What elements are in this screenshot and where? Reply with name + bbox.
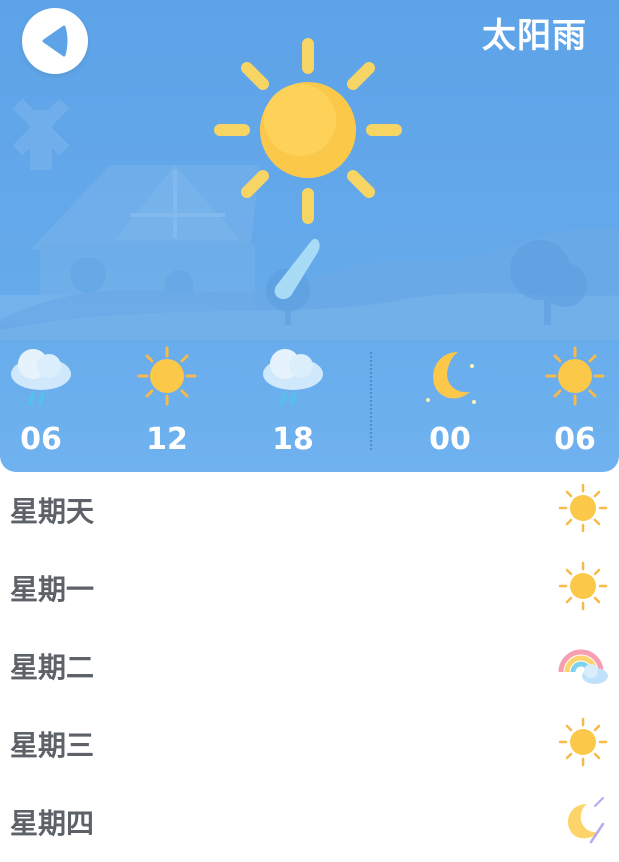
rain-cloud-icon bbox=[11, 349, 71, 406]
day-label: 星期天 bbox=[10, 495, 95, 528]
day-label: 星期三 bbox=[10, 729, 95, 762]
hour-label: 00 bbox=[429, 422, 471, 457]
hour-item: 00 bbox=[400, 340, 500, 472]
page-title: 太阳雨 bbox=[482, 16, 587, 56]
list-item[interactable]: 星期天 bbox=[0, 472, 619, 550]
hour-item: 12 bbox=[117, 340, 217, 472]
day-label: 星期二 bbox=[10, 651, 95, 684]
hour-label: 06 bbox=[20, 422, 62, 457]
hour-item: 06 bbox=[0, 340, 91, 472]
rainbow-cloud-icon bbox=[558, 649, 608, 684]
hour-label: 06 bbox=[554, 422, 596, 457]
sun-icon bbox=[137, 346, 197, 406]
weather-detail-screen: 太阳雨 06 12 18 00 06 星期天 星期一 星期二 星期三 星期四 bbox=[0, 0, 619, 855]
windmill-illustration bbox=[12, 98, 70, 170]
day-label: 星期一 bbox=[10, 573, 95, 606]
sun-icon bbox=[545, 346, 605, 406]
sun-icon bbox=[558, 717, 608, 767]
weather-header: 太阳雨 06 12 18 00 06 bbox=[0, 0, 619, 472]
list-item[interactable]: 星期三 bbox=[0, 706, 619, 784]
list-item[interactable]: 星期二 bbox=[0, 628, 619, 706]
hour-label: 12 bbox=[146, 422, 188, 457]
sun-icon bbox=[558, 483, 608, 533]
rain-cloud-icon bbox=[263, 349, 323, 406]
moon-icon bbox=[426, 352, 476, 404]
moon-meteor-icon bbox=[567, 797, 605, 844]
day-label: 星期四 bbox=[10, 807, 95, 840]
list-item[interactable]: 星期一 bbox=[0, 550, 619, 628]
daily-forecast: 星期天 星期一 星期二 星期三 星期四 bbox=[0, 472, 619, 855]
hourly-forecast: 06 12 18 00 06 bbox=[0, 340, 619, 472]
day-divider bbox=[370, 352, 372, 450]
sun-icon bbox=[214, 38, 402, 224]
sun-icon bbox=[558, 561, 608, 611]
list-item[interactable]: 星期四 bbox=[0, 784, 619, 862]
back-arrow-icon bbox=[42, 25, 68, 57]
hour-label: 18 bbox=[272, 422, 314, 457]
hour-item: 06 bbox=[525, 340, 619, 472]
hour-item: 18 bbox=[243, 340, 343, 472]
back-button[interactable] bbox=[22, 8, 88, 74]
